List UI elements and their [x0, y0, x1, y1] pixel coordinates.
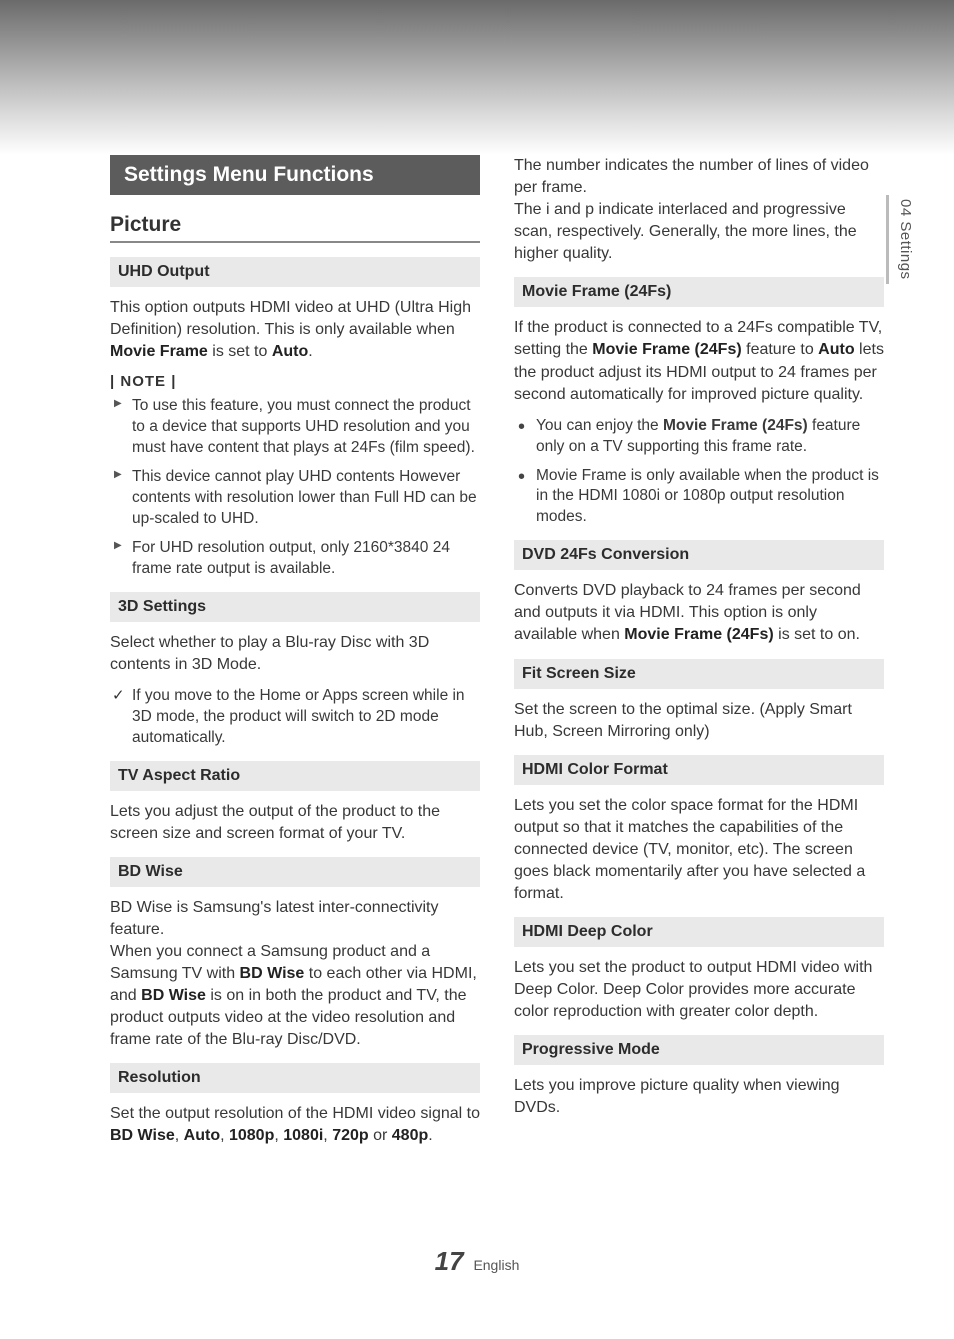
text: is set to on.	[774, 626, 860, 643]
subhead-movie-frame: Movie Frame (24Fs)	[514, 277, 884, 307]
left-column: Settings Menu Functions Picture UHD Outp…	[110, 155, 480, 1157]
note-label: | NOTE |	[110, 373, 480, 390]
bold: 1080p	[229, 1127, 274, 1144]
subhead-3d-settings: 3D Settings	[110, 592, 480, 622]
text: ,	[175, 1127, 184, 1144]
resolution-cont: The number indicates the number of lines…	[514, 155, 884, 265]
list-item: If you move to the Home or Apps screen w…	[110, 686, 480, 749]
uhd-desc: This option outputs HDMI video at UHD (U…	[110, 297, 480, 363]
page-number: 17	[435, 1246, 464, 1276]
subhead-resolution: Resolution	[110, 1063, 480, 1093]
text: ,	[323, 1127, 332, 1144]
subhead-uhd-output: UHD Output	[110, 257, 480, 287]
prog-desc: Lets you improve picture quality when vi…	[514, 1075, 884, 1119]
threeD-check-list: If you move to the Home or Apps screen w…	[110, 686, 480, 749]
text: feature to	[742, 341, 819, 358]
chapter-title: Settings Menu Functions	[110, 155, 480, 195]
bold: BD Wise	[240, 965, 305, 982]
subhead-hdmi-color: HDMI Color Format	[514, 755, 884, 785]
page-footer: 17 English	[0, 1246, 954, 1277]
bold: BD Wise	[141, 987, 206, 1004]
bold: Auto	[272, 343, 308, 360]
subhead-hdmi-deep: HDMI Deep Color	[514, 917, 884, 947]
subhead-progressive: Progressive Mode	[514, 1035, 884, 1065]
text: .	[428, 1127, 432, 1144]
hdmicolor-desc: Lets you set the color space format for …	[514, 795, 884, 905]
bold: Movie Frame (24Fs)	[663, 417, 808, 434]
subhead-fit-screen: Fit Screen Size	[514, 659, 884, 689]
list-item: To use this feature, you must connect th…	[110, 396, 480, 459]
text: .	[308, 343, 312, 360]
uhd-note-list: To use this feature, you must connect th…	[110, 396, 480, 579]
text: or	[369, 1127, 392, 1144]
bold: 720p	[332, 1127, 368, 1144]
aspect-desc: Lets you adjust the output of the produc…	[110, 801, 480, 845]
list-item: You can enjoy the Movie Frame (24Fs) fea…	[514, 416, 884, 458]
resolution-desc: Set the output resolution of the HDMI vi…	[110, 1103, 480, 1147]
movieframe-desc: If the product is connected to a 24Fs co…	[514, 317, 884, 405]
list-item: For UHD resolution output, only 2160*384…	[110, 538, 480, 580]
bdwise-desc: BD Wise is Samsung's latest inter-connec…	[110, 897, 480, 1052]
text: You can enjoy the	[536, 417, 663, 434]
bold: 1080i	[283, 1127, 323, 1144]
bold: Auto	[184, 1127, 220, 1144]
list-item: This device cannot play UHD contents How…	[110, 467, 480, 530]
threeD-desc: Select whether to play a Blu-ray Disc wi…	[110, 632, 480, 676]
bold: 480p	[392, 1127, 428, 1144]
text: is set to	[208, 343, 272, 360]
bold: Movie Frame (24Fs)	[624, 626, 773, 643]
bold: BD Wise	[110, 1127, 175, 1144]
bold: Auto	[818, 341, 854, 358]
text: ,	[274, 1127, 283, 1144]
hdmideep-desc: Lets you set the product to output HDMI …	[514, 957, 884, 1023]
subhead-dvd-24fs: DVD 24Fs Conversion	[514, 540, 884, 570]
dvd24-desc: Converts DVD playback to 24 frames per s…	[514, 580, 884, 646]
bold: Movie Frame	[110, 343, 208, 360]
page-language: English	[473, 1257, 519, 1273]
subhead-tv-aspect: TV Aspect Ratio	[110, 761, 480, 791]
text: BD Wise is Samsung's latest inter-connec…	[110, 899, 439, 938]
section-title-picture: Picture	[110, 213, 480, 243]
subhead-bd-wise: BD Wise	[110, 857, 480, 887]
text: This option outputs HDMI video at UHD (U…	[110, 299, 471, 338]
bold: Movie Frame (24Fs)	[592, 341, 741, 358]
page-content: Settings Menu Functions Picture UHD Outp…	[0, 0, 954, 1157]
text: ,	[220, 1127, 229, 1144]
movieframe-list: You can enjoy the Movie Frame (24Fs) fea…	[514, 416, 884, 529]
right-column: The number indicates the number of lines…	[514, 155, 884, 1157]
list-item: Movie Frame is only available when the p…	[514, 466, 884, 529]
text: Set the output resolution of the HDMI vi…	[110, 1105, 480, 1122]
fit-desc: Set the screen to the optimal size. (App…	[514, 699, 884, 743]
